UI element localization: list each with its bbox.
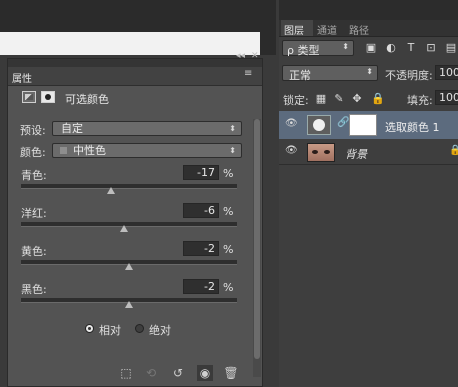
layers-panel: 图层 通道 路径 ρ 类型 ⬍ ▣ ◐ T ⊡ ▤ 正常 ⬍ 不透明度: 100…: [279, 0, 458, 387]
slider-label-black: 黑色:: [21, 283, 47, 296]
blend-mode-value: 正常: [289, 69, 311, 82]
layer-mask-thumbnail[interactable]: [349, 114, 377, 136]
visibility-eye-icon[interactable]: 👁: [285, 145, 298, 156]
layer-row-background[interactable]: 👁 背景 🔒: [279, 140, 458, 165]
opacity-label: 不透明度:: [385, 69, 433, 82]
slider-label-cyan: 青色:: [21, 169, 47, 182]
adjustment-title: 可选颜色: [65, 93, 109, 106]
magenta-percent: %: [223, 205, 234, 218]
fill-field[interactable]: 100%: [435, 90, 458, 105]
color-value: 中性色: [73, 144, 106, 157]
preset-dropdown[interactable]: 自定 ⬍: [52, 121, 242, 136]
adjustment-icon[interactable]: [22, 91, 36, 103]
chevron-updown-icon: ⬍: [366, 67, 373, 76]
relative-label[interactable]: 相对: [99, 322, 121, 338]
panel-menu-icon[interactable]: ≡: [244, 68, 252, 79]
layer-row-selective-color[interactable]: 👁 🔗 选取颜色 1: [279, 111, 458, 139]
absolute-radio[interactable]: [135, 324, 144, 333]
magenta-slider-thumb[interactable]: [120, 225, 128, 232]
slider-label-magenta: 洋红:: [21, 207, 47, 220]
lock-move-icon[interactable]: ✥: [351, 93, 363, 105]
lock-transparent-icon[interactable]: ▦: [315, 93, 327, 105]
yellow-value-field[interactable]: -2: [183, 241, 219, 256]
magenta-slider-track[interactable]: [21, 222, 237, 227]
layers-dock-bar: [279, 0, 458, 20]
filter-value: ρ 类型: [287, 44, 320, 57]
preset-label: 预设:: [20, 124, 46, 137]
properties-panel: ◂◂ ✕ 属性 ≡ 可选颜色 预设: 自定 ⬍ 颜色: 中性色 ⬍ 青色: -1…: [7, 51, 263, 387]
yellow-percent: %: [223, 243, 234, 256]
properties-tab-bar: 属性 ≡: [8, 67, 262, 86]
smart-object-filter-icon[interactable]: ▤: [445, 42, 457, 54]
lock-label: 锁定:: [283, 94, 309, 107]
tab-channels[interactable]: 通道: [317, 22, 337, 37]
absolute-label[interactable]: 绝对: [149, 322, 171, 338]
layer-name[interactable]: 选取颜色 1: [385, 119, 440, 135]
color-swatch: [60, 147, 67, 154]
collapse-icon[interactable]: ◂◂: [236, 51, 245, 61]
view-previous-state-icon[interactable]: ⟲: [143, 365, 159, 381]
visibility-eye-icon[interactable]: 👁: [285, 118, 298, 129]
preset-value: 自定: [61, 122, 83, 135]
link-icon[interactable]: 🔗: [337, 117, 349, 128]
pixel-filter-icon[interactable]: ▣: [365, 42, 377, 54]
mask-icon[interactable]: [41, 91, 55, 103]
visibility-eye-icon[interactable]: ◉: [197, 365, 213, 381]
trash-icon[interactable]: 🗑: [223, 365, 239, 381]
clip-to-layer-icon[interactable]: ⬚: [118, 365, 134, 381]
black-slider-thumb[interactable]: [125, 301, 133, 308]
opacity-field[interactable]: 100%: [435, 65, 458, 80]
tab-properties[interactable]: 属性: [12, 70, 32, 85]
blend-mode-dropdown[interactable]: 正常 ⬍: [282, 65, 378, 82]
black-percent: %: [223, 281, 234, 294]
lock-all-icon[interactable]: 🔒: [371, 93, 385, 105]
color-label: 颜色:: [20, 146, 46, 159]
shape-filter-icon[interactable]: ⊡: [425, 42, 437, 54]
magenta-value-field[interactable]: -6: [183, 203, 219, 218]
cyan-value-field[interactable]: -17: [183, 165, 219, 180]
chevron-updown-icon: ⬍: [229, 146, 236, 155]
cyan-percent: %: [223, 167, 234, 180]
properties-scrollbar[interactable]: [253, 119, 261, 377]
lock-paint-icon[interactable]: ✎: [333, 93, 345, 105]
adjustment-filter-icon[interactable]: ◐: [385, 42, 397, 54]
cyan-slider-track[interactable]: [21, 184, 237, 189]
close-icon[interactable]: ✕: [251, 51, 259, 61]
adjustment-layer-thumbnail: [307, 115, 331, 135]
background-thumbnail: [307, 143, 335, 162]
color-dropdown[interactable]: 中性色 ⬍: [52, 143, 242, 158]
panel-dock-bar: ◂◂ ✕: [8, 51, 262, 67]
black-value-field[interactable]: -2: [183, 279, 219, 294]
layer-name[interactable]: 背景: [345, 146, 367, 162]
tab-paths[interactable]: 路径: [349, 22, 369, 37]
slider-label-yellow: 黄色:: [21, 245, 47, 258]
type-filter-icon[interactable]: T: [405, 42, 417, 54]
reset-icon[interactable]: ↺: [170, 365, 186, 381]
relative-radio[interactable]: [85, 324, 94, 333]
document-image: [0, 32, 260, 55]
scrollbar-thumb[interactable]: [254, 119, 260, 359]
yellow-slider-thumb[interactable]: [125, 263, 133, 270]
layer-filter-dropdown[interactable]: ρ 类型 ⬍: [282, 40, 354, 57]
chevron-updown-icon: ⬍: [342, 42, 349, 51]
chevron-updown-icon: ⬍: [229, 124, 236, 133]
tab-layers[interactable]: 图层: [284, 22, 304, 37]
lock-icon: 🔒: [449, 145, 458, 156]
fill-label: 填充:: [407, 94, 433, 107]
properties-bottom-toolbar: ⬚ ⟲ ↺ ◉ 🗑: [8, 361, 262, 386]
cyan-slider-thumb[interactable]: [107, 187, 115, 194]
